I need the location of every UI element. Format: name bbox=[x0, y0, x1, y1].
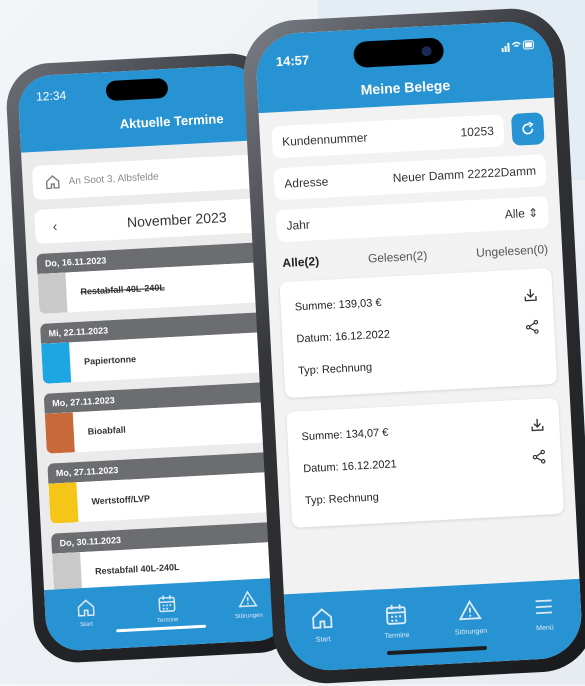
status-time: 12:34 bbox=[36, 88, 67, 104]
warning-icon bbox=[238, 589, 259, 610]
bin-color-indicator bbox=[37, 273, 67, 314]
bin-color-indicator bbox=[41, 342, 71, 383]
tab-label: Start bbox=[316, 636, 331, 644]
tab-label: Störungen bbox=[235, 613, 263, 620]
event-card[interactable]: Do, 16.11.2023 Restabfall 40L-240L bbox=[36, 242, 263, 314]
home-icon bbox=[310, 606, 335, 631]
event-label: Restabfall 40L-240L bbox=[95, 562, 180, 576]
status-time: 14:57 bbox=[276, 52, 310, 69]
bin-color-indicator bbox=[45, 412, 75, 453]
doc-sum: Summe: 134,07 € bbox=[301, 427, 388, 444]
address-label: Adresse bbox=[284, 175, 329, 191]
event-label: Papiertonne bbox=[84, 354, 136, 367]
filter-tab[interactable]: Gelesen(2) bbox=[368, 248, 428, 265]
month-label: November 2023 bbox=[65, 207, 260, 233]
event-label: Bioabfall bbox=[87, 425, 125, 437]
doc-date: Datum: 16.12.2022 bbox=[296, 329, 390, 346]
tab-label: Menü bbox=[536, 624, 554, 632]
location-selector[interactable]: An Soot 3, Albsfelde bbox=[32, 154, 257, 200]
app-header: 12:34 Aktuelle Termine bbox=[17, 64, 265, 153]
year-select[interactable]: Jahr Alle ⇕ bbox=[276, 196, 549, 242]
share-icon[interactable] bbox=[531, 448, 548, 465]
home-icon bbox=[44, 174, 61, 191]
home-icon bbox=[75, 597, 96, 618]
document-card[interactable]: Summe: 139,03 € Datum: 16.12.2022 Typ: R… bbox=[279, 268, 557, 398]
doc-date: Datum: 16.12.2021 bbox=[303, 458, 397, 475]
page-title: Aktuelle Termine bbox=[19, 109, 263, 137]
address-value: Neuer Damm 22222Damm bbox=[392, 164, 536, 185]
app-header: 14:57 Meine Belege bbox=[255, 20, 555, 113]
filter-tab[interactable]: Alle(2) bbox=[282, 254, 319, 270]
tab-start[interactable]: Start bbox=[60, 597, 112, 630]
event-label: Wertstoff/LVP bbox=[91, 493, 150, 506]
tab-termine[interactable]: Termine bbox=[141, 592, 193, 625]
front-phone: 14:57 Meine Belege Kundennummer 10253 Ad… bbox=[241, 6, 585, 686]
menu-icon bbox=[531, 594, 556, 619]
year-value: Alle bbox=[504, 206, 525, 221]
year-label: Jahr bbox=[286, 218, 310, 233]
camera-icon bbox=[421, 46, 432, 57]
refresh-button[interactable] bbox=[511, 112, 545, 146]
dynamic-island bbox=[353, 37, 444, 68]
event-label: Restabfall 40L-240L bbox=[80, 282, 165, 296]
calendar-icon bbox=[156, 593, 177, 614]
bottom-tab-bar: Start Termine Störungen bbox=[44, 577, 291, 652]
year-value-wrap: Alle ⇕ bbox=[504, 206, 538, 222]
share-icon[interactable] bbox=[524, 319, 541, 336]
page-title: Meine Belege bbox=[257, 72, 553, 103]
updown-chevron-icon: ⇕ bbox=[528, 206, 539, 221]
tab-störungen[interactable]: Störungen bbox=[439, 597, 501, 637]
chevron-left-icon[interactable]: ‹ bbox=[45, 217, 66, 234]
tab-menü[interactable]: Menü bbox=[513, 593, 575, 633]
tab-label: Termine bbox=[157, 617, 179, 624]
event-card[interactable]: Mo, 27.11.2023 Bioabfall bbox=[44, 382, 271, 454]
document-card[interactable]: Summe: 134,07 € Datum: 16.12.2021 Typ: R… bbox=[286, 398, 564, 528]
dynamic-island bbox=[105, 78, 168, 101]
bottom-tab-bar: Start Termine Störungen Menü bbox=[284, 579, 584, 672]
doc-sum: Summe: 139,03 € bbox=[294, 297, 381, 314]
filter-tabs: Alle(2) Gelesen(2) Ungelesen(0) bbox=[282, 242, 548, 270]
warning-icon bbox=[457, 598, 482, 623]
address-field[interactable]: Adresse Neuer Damm 22222Damm bbox=[274, 154, 547, 200]
status-icons bbox=[501, 39, 536, 56]
document-list: Summe: 139,03 € Datum: 16.12.2022 Typ: R… bbox=[267, 267, 575, 528]
phone-screen: 14:57 Meine Belege Kundennummer 10253 Ad… bbox=[255, 20, 584, 673]
event-list: Do, 16.11.2023 Restabfall 40L-240L Mi, 2… bbox=[26, 242, 287, 594]
customer-number-value: 10253 bbox=[460, 124, 494, 140]
customer-number-label: Kundennummer bbox=[282, 130, 368, 148]
refresh-icon bbox=[519, 121, 536, 138]
month-navigator: ‹ November 2023 bbox=[34, 198, 259, 244]
event-card[interactable]: Mo, 27.11.2023 Wertstoff/LVP bbox=[47, 452, 274, 524]
tab-termine[interactable]: Termine bbox=[365, 601, 427, 641]
customer-number-field[interactable]: Kundennummer 10253 bbox=[271, 114, 504, 158]
tab-störungen[interactable]: Störungen bbox=[223, 588, 275, 621]
tab-label: Start bbox=[80, 622, 93, 629]
tab-start[interactable]: Start bbox=[292, 605, 354, 645]
bin-color-indicator bbox=[48, 482, 78, 523]
event-card[interactable]: Mi, 22.11.2023 Papiertonne bbox=[40, 312, 267, 384]
calendar-icon bbox=[383, 602, 408, 627]
tab-label: Störungen bbox=[455, 628, 488, 637]
doc-type: Typ: Rechnung bbox=[298, 361, 373, 377]
filter-tab[interactable]: Ungelesen(0) bbox=[476, 242, 549, 260]
doc-type: Typ: Rechnung bbox=[305, 491, 380, 507]
download-icon[interactable] bbox=[522, 287, 539, 304]
signal-battery-icon bbox=[501, 39, 536, 53]
location-label: An Soot 3, Albsfelde bbox=[68, 171, 159, 187]
tab-label: Termine bbox=[385, 632, 410, 640]
download-icon[interactable] bbox=[529, 417, 546, 434]
